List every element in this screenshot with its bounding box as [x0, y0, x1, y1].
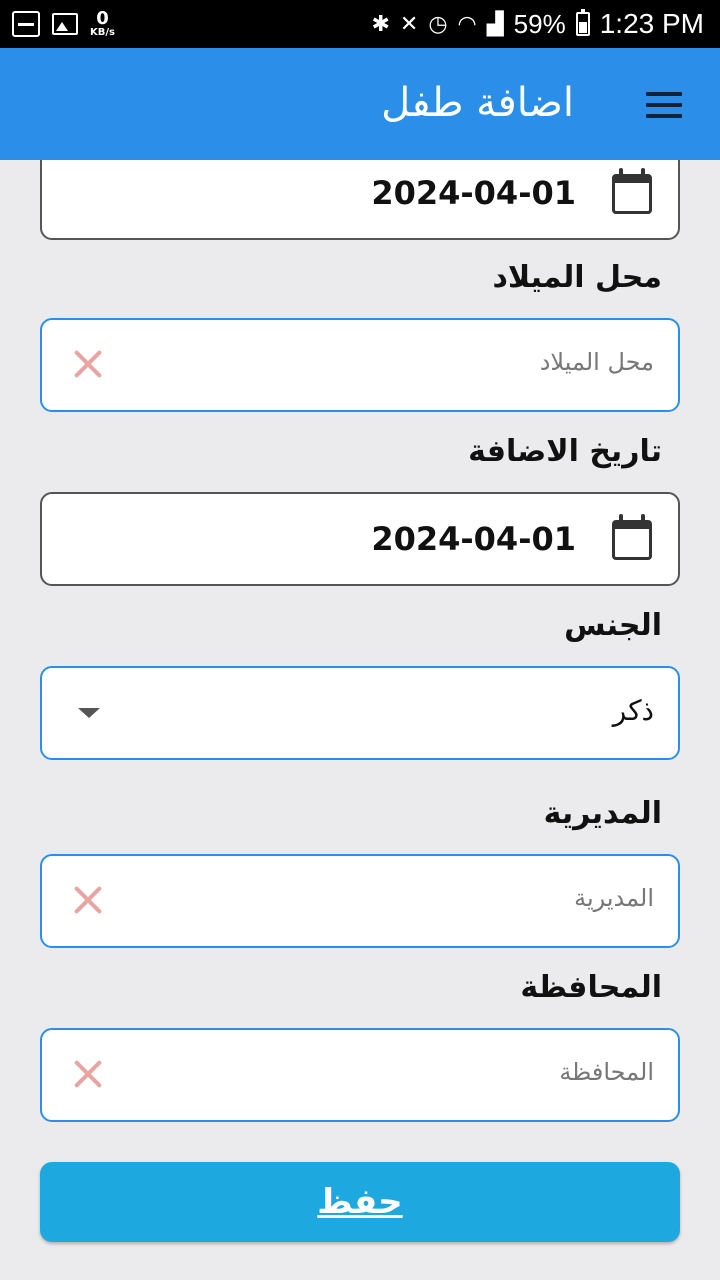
gender-label: الجنس	[564, 608, 662, 643]
battery-icon	[575, 9, 590, 36]
governorate-clear-icon[interactable]	[72, 1058, 104, 1090]
data-speed-indicator: 0 KB/s	[90, 10, 115, 38]
screenshot-icon	[12, 11, 40, 37]
add-date-value: 2024-04-01	[371, 520, 576, 558]
status-bar: 0 KB/s ✱ ✕ ◷ ◠ ▟ 59% 1:23 PM	[0, 0, 720, 48]
birth-date-field[interactable]: 2024-04-01	[40, 160, 680, 240]
form-content[interactable]: 2024-04-01 محل الميلاد محل الميلاد تاريخ…	[0, 160, 720, 1280]
add-date-field[interactable]: 2024-04-01	[40, 492, 680, 586]
data-speed-value: 0	[96, 8, 109, 29]
directorate-label: المديرية	[543, 796, 662, 831]
birth-place-placeholder: محل الميلاد	[539, 348, 654, 376]
birth-place-label: محل الميلاد	[492, 260, 663, 295]
status-right-icons: ✱ ✕ ◷ ◠ ▟ 59% 1:23 PM	[371, 8, 704, 40]
gender-select[interactable]: ذكر	[40, 666, 680, 760]
status-left-icons: 0 KB/s	[12, 8, 115, 40]
page-title: اضافة طفل	[381, 80, 574, 126]
hamburger-menu-icon[interactable]	[646, 92, 682, 118]
battery-percent: 59%	[513, 8, 566, 39]
directorate-placeholder: المديرية	[574, 884, 654, 912]
add-date-label: تاريخ الاضافة	[468, 434, 662, 469]
calendar-icon[interactable]	[612, 168, 652, 214]
governorate-label: المحافظة	[520, 970, 662, 1005]
governorate-placeholder: المحافظة	[559, 1058, 654, 1086]
gender-selected-value: ذكر	[612, 694, 654, 727]
mute-icon: ✕	[399, 11, 419, 36]
image-icon	[52, 13, 78, 35]
alarm-icon: ◷	[428, 11, 448, 36]
directorate-field[interactable]: المديرية	[40, 854, 680, 948]
directorate-clear-icon[interactable]	[72, 884, 104, 916]
data-speed-unit: KB/s	[90, 27, 115, 38]
birth-date-value: 2024-04-01	[371, 174, 576, 212]
chevron-down-icon[interactable]	[78, 708, 100, 718]
wifi-icon: ◠	[457, 11, 477, 36]
signal-icon: ▟	[486, 11, 504, 36]
app-bar: اضافة طفل	[0, 48, 720, 160]
birth-place-field[interactable]: محل الميلاد	[40, 318, 680, 412]
governorate-field[interactable]: المحافظة	[40, 1028, 680, 1122]
clock: 1:23 PM	[599, 8, 704, 39]
birth-place-clear-icon[interactable]	[72, 348, 104, 380]
save-button[interactable]: حفظ	[40, 1162, 680, 1242]
calendar-icon[interactable]	[612, 514, 652, 560]
bluetooth-icon: ✱	[371, 11, 390, 36]
